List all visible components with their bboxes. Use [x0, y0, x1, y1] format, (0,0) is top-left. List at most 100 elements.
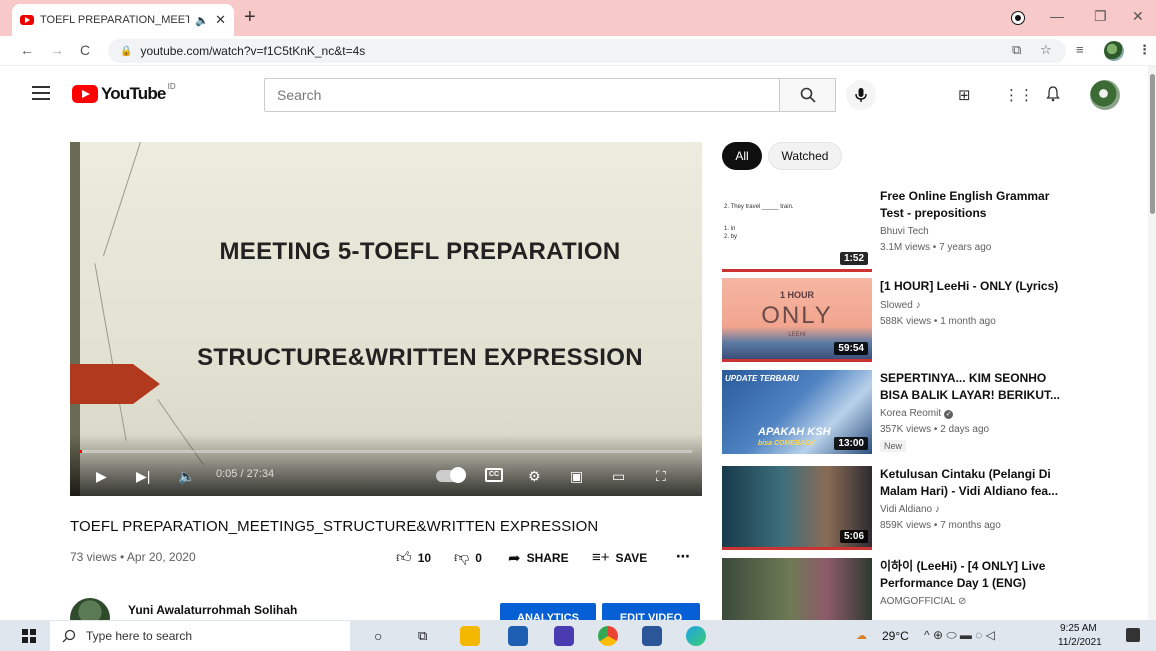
forward-arrow-icon[interactable]: →	[50, 42, 64, 58]
task-view-icon[interactable]: ⧉	[418, 628, 427, 644]
system-tray-icons[interactable]: ^ ⊕ ⬭ ▬ ◌ ◁	[924, 628, 995, 643]
cortana-icon[interactable]: ○	[374, 628, 382, 644]
video-player[interactable]: MEETING 5-TOEFL PREPARATION STRUCTURE&WR…	[70, 142, 702, 496]
profile-avatar-small[interactable]	[1104, 41, 1124, 61]
play-icon[interactable]: ▶	[96, 468, 107, 485]
recommendation-channel[interactable]: Korea Reomit ✓	[880, 408, 954, 419]
voice-search-button[interactable]	[846, 80, 876, 110]
apps-grid-icon[interactable]: ⋮⋮	[1004, 86, 1034, 104]
fullscreen-icon[interactable]: ⛶	[656, 468, 666, 485]
save-playlist-icon: ≡+	[592, 549, 610, 566]
more-actions-icon[interactable]: ⋯	[676, 548, 690, 565]
like-count: 10	[417, 551, 432, 565]
chrome-icon[interactable]	[598, 626, 618, 646]
url-field[interactable]: 🔒 youtube.com/watch?v=f1C5tKnK_nc&t=4s	[108, 39, 1066, 63]
chip-all[interactable]: All	[722, 142, 762, 170]
search-input[interactable]: Search	[264, 78, 780, 112]
weather-temp[interactable]: 29°C	[882, 629, 909, 643]
subtitles-icon[interactable]: CC	[485, 468, 503, 482]
recommendation-title[interactable]: SEPERTINYA... KIM SEONHO BISA BALIK LAYA…	[880, 370, 1062, 404]
slide-title-line1: MEETING 5-TOEFL PREPARATION	[219, 238, 621, 265]
reading-list-icon[interactable]: ≡	[1076, 42, 1084, 57]
recommendation-item[interactable]: 2. They travel _____ train. 1. in 2. by …	[722, 188, 1142, 276]
youtube-logo[interactable]: YouTube ID	[72, 82, 176, 104]
hamburger-menu-icon[interactable]	[32, 86, 50, 100]
windows-start-icon[interactable]	[22, 629, 36, 643]
channel-name[interactable]: Yuni Awalaturrohmah Solihah	[128, 603, 297, 617]
volume-icon[interactable]: 🔈	[178, 468, 195, 485]
recommendation-channel[interactable]: Vidi Aldiano ♪	[880, 504, 940, 515]
search-button[interactable]	[780, 78, 836, 112]
share-button[interactable]: ➦ SHARE	[508, 549, 569, 567]
clock-time[interactable]: 9:25 AM	[1060, 623, 1097, 634]
recommendation-title[interactable]: Ketulusan Cintaku (Pelangi Di Malam Hari…	[880, 466, 1062, 500]
file-explorer-icon[interactable]	[460, 626, 480, 646]
thumb-text: 2. by	[724, 234, 738, 240]
edge-icon[interactable]	[686, 626, 706, 646]
video-thumbnail[interactable]: 5:06	[722, 466, 872, 550]
close-window-button[interactable]: ✕	[1132, 8, 1144, 25]
recommendation-meta: 357K views • 2 days ago	[880, 424, 990, 435]
recommendation-item[interactable]: 5:06 Ketulusan Cintaku (Pelangi Di Malam…	[722, 466, 1142, 554]
recommendation-title[interactable]: [1 HOUR] LeeHi - ONLY (Lyrics)	[880, 278, 1062, 295]
minimize-button[interactable]: —	[1050, 8, 1064, 24]
word-icon[interactable]	[642, 626, 662, 646]
scrollbar-thumb[interactable]	[1150, 74, 1155, 214]
account-avatar[interactable]	[1090, 80, 1120, 110]
like-button[interactable]: 👍︎ 10	[396, 549, 431, 567]
new-badge: New	[880, 440, 907, 452]
recommendation-item[interactable]: 이하이 (LeeHi) - [4 ONLY] Live Performance …	[722, 558, 1142, 620]
tab-audio-icon[interactable]: 🔈	[195, 14, 209, 27]
next-video-icon[interactable]: ▶|	[136, 468, 150, 485]
mail-icon[interactable]	[508, 626, 528, 646]
tab-close-icon[interactable]: ✕	[215, 12, 226, 28]
thumb-text: 1 HOUR	[779, 290, 814, 300]
create-video-icon[interactable]: ⊞	[958, 86, 971, 104]
new-tab-button[interactable]: +	[244, 6, 256, 29]
video-progress-bar[interactable]	[80, 450, 692, 453]
recommendation-title[interactable]: Free Online English Grammar Test - prepo…	[880, 188, 1062, 222]
maximize-button[interactable]: ❐	[1094, 8, 1107, 25]
thumbs-down-icon: 👎︎	[454, 549, 470, 566]
youtube-favicon-icon	[20, 15, 34, 25]
bookmark-star-icon[interactable]: ☆	[1040, 42, 1052, 58]
video-duration: 59:54	[834, 342, 868, 355]
dislike-button[interactable]: 👎︎ 0	[454, 549, 482, 567]
miniplayer-icon[interactable]: ▣	[570, 468, 583, 485]
clock-date[interactable]: 11/2/2021	[1058, 637, 1102, 648]
settings-gear-icon[interactable]: ⚙	[528, 468, 541, 485]
youtube-play-logo-icon	[72, 85, 98, 103]
recommendation-channel[interactable]: Bhuvi Tech	[880, 226, 929, 237]
chip-watched[interactable]: Watched	[768, 142, 842, 170]
recommendation-item[interactable]: 1 HOUR ONLY LEEHI 59:54 [1 HOUR] LeeHi -…	[722, 278, 1142, 366]
slide-decor-line	[102, 142, 141, 257]
save-button[interactable]: ≡+ SAVE	[592, 549, 647, 566]
thumb-text: APAKAH KSH	[758, 426, 831, 438]
recommendation-channel[interactable]: Slowed ♪	[880, 300, 921, 311]
video-duration: 1:52	[839, 252, 868, 265]
video-thumbnail[interactable]: UPDATE TERBARU APAKAH KSH bisa COMEBACK …	[722, 370, 872, 454]
recommendation-title[interactable]: 이하이 (LeeHi) - [4 ONLY] Live Performance …	[880, 558, 1062, 592]
back-arrow-icon[interactable]: ←	[20, 42, 34, 58]
save-label: SAVE	[615, 550, 648, 565]
recommendation-item[interactable]: UPDATE TERBARU APAKAH KSH bisa COMEBACK …	[722, 370, 1142, 458]
autoplay-toggle[interactable]	[436, 467, 466, 483]
browser-tab[interactable]: TOEFL PREPARATION_MEETI 🔈 ✕	[12, 4, 234, 36]
slide-decor-line	[94, 263, 127, 441]
video-thumbnail[interactable]: 2. They travel _____ train. 1. in 2. by …	[722, 188, 872, 272]
app-icon[interactable]	[554, 626, 574, 646]
chrome-menu-icon[interactable]: ⋮	[1138, 42, 1151, 58]
notifications-icon[interactable]	[1126, 628, 1140, 642]
notifications-bell-icon[interactable]	[1046, 86, 1060, 106]
video-thumbnail[interactable]: 1 HOUR ONLY LEEHI 59:54	[722, 278, 872, 362]
thumb-text: LEEHI	[788, 332, 806, 338]
thumb-text: 2. They travel _____ train.	[724, 204, 794, 210]
recommendation-channel[interactable]: AOMGOFFICIAL ⊘	[880, 596, 966, 607]
thumb-text: 1. in	[724, 226, 736, 232]
video-thumbnail[interactable]	[722, 558, 872, 620]
video-duration: 13:00	[834, 437, 868, 450]
install-icon[interactable]: ⧉	[1012, 42, 1021, 58]
reload-icon[interactable]: C	[80, 42, 90, 58]
theater-mode-icon[interactable]: ▭	[612, 468, 625, 485]
taskbar-search-input[interactable]: Type here to search	[50, 621, 350, 651]
